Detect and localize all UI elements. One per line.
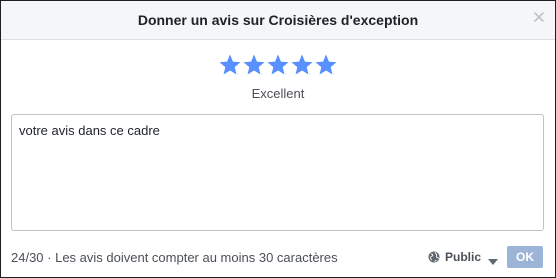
star-icon[interactable] [242,53,266,77]
ok-button[interactable]: OK [507,246,543,268]
privacy-selector[interactable]: Public [428,246,499,268]
rating-label: Excellent [251,86,305,101]
star-icon[interactable] [290,53,314,77]
dialog-header: Donner un avis sur Croisières d'exceptio… [1,1,555,40]
privacy-label: Public [445,250,482,264]
dialog-title: Donner un avis sur Croisières d'exceptio… [137,12,419,28]
star-icon[interactable] [266,53,290,77]
star-rating [1,53,555,83]
close-icon[interactable] [531,9,547,25]
star-icon[interactable] [314,53,338,77]
character-count-note: 24/30 · Les avis doivent compter au moin… [11,250,338,265]
review-textarea[interactable]: votre avis dans ce cadre [11,114,544,231]
star-icon[interactable] [218,53,242,77]
review-dialog: Donner un avis sur Croisières d'exceptio… [0,0,556,278]
caret-down-icon [488,254,499,265]
globe-icon [428,251,440,263]
